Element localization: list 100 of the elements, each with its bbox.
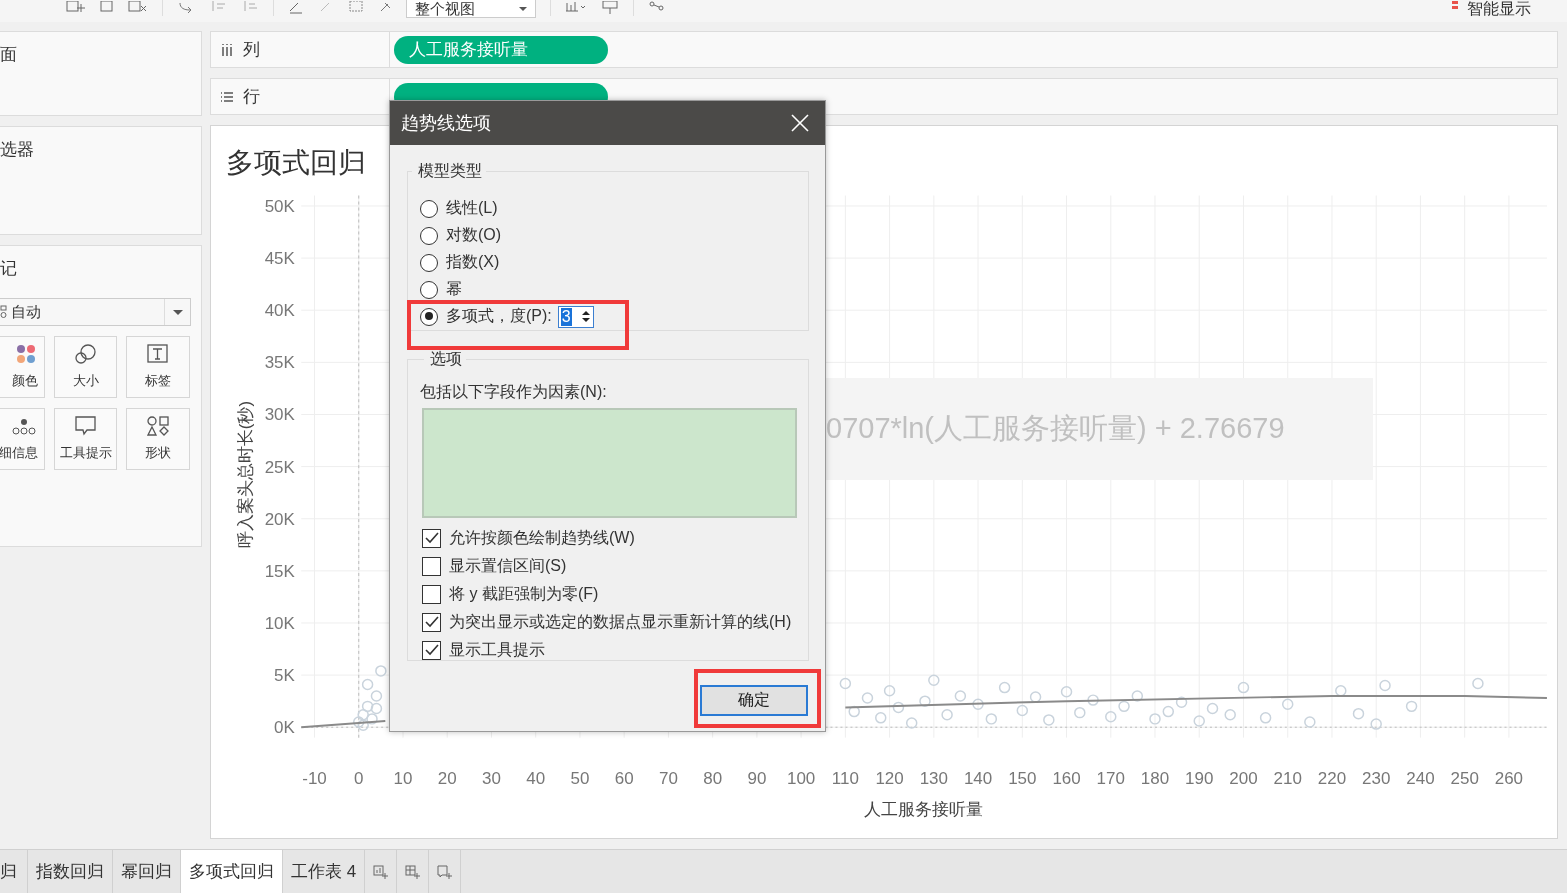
data-point — [1379, 679, 1391, 692]
y-tick-label: 0K — [274, 718, 295, 738]
data-point — [928, 674, 940, 686]
radio-label[interactable]: 指数(X) — [446, 252, 500, 273]
ok-button[interactable]: 确定 — [700, 685, 808, 716]
x-tick-label: 220 — [1317, 769, 1347, 789]
x-tick-label: 90 — [747, 769, 767, 789]
sheet-tab[interactable]: 多项式回归 — [181, 850, 283, 893]
data-point — [361, 700, 374, 713]
checkbox[interactable] — [422, 640, 441, 660]
radio-label[interactable]: 线性(L) — [446, 198, 498, 219]
story-plus-icon — [436, 863, 453, 880]
panel-title: 记 — [0, 258, 18, 280]
x-tick-label: 30 — [482, 769, 501, 789]
x-tick-label: 20 — [437, 769, 457, 789]
data-point — [1074, 706, 1086, 719]
data-point — [1206, 702, 1219, 715]
x-tick-label: 100 — [786, 769, 816, 789]
data-point — [1162, 705, 1174, 718]
sheet-tab[interactable]: 归 — [0, 850, 28, 893]
data-point — [1282, 698, 1294, 710]
checkbox[interactable] — [422, 556, 441, 576]
speech-bubble-icon — [74, 416, 97, 436]
x-tick-label: 140 — [963, 769, 993, 789]
sheet-plus-icon — [372, 863, 389, 880]
radio-label[interactable]: 多项式，度(P): — [446, 306, 552, 327]
grid-plus-icon — [404, 863, 421, 880]
data-point — [357, 719, 369, 731]
radio-label[interactable]: 幂 — [446, 279, 462, 300]
rows-icon — [221, 90, 233, 103]
checkbox[interactable] — [422, 584, 441, 604]
close-icon[interactable] — [791, 114, 809, 132]
mark-type-dropdown[interactable]: 自动 — [0, 298, 191, 326]
x-tick-label: 200 — [1229, 769, 1258, 789]
y-tick-label: 50K — [264, 196, 295, 216]
color-mark-button[interactable]: 颜色 — [0, 336, 45, 398]
x-tick-label: 150 — [1008, 769, 1037, 789]
data-point — [1405, 700, 1418, 713]
y-axis-title: 呼入案头总时长(秒) — [235, 400, 255, 549]
data-point — [1352, 707, 1365, 720]
panel-title: 选器 — [0, 139, 35, 161]
checkbox-label[interactable]: 显示工具提示 — [449, 639, 545, 661]
radio-button[interactable] — [420, 253, 438, 272]
checkbox[interactable] — [422, 528, 441, 548]
y-tick-label: 45K — [264, 249, 295, 269]
checkbox[interactable] — [422, 612, 441, 632]
bar-chart-icon[interactable] — [565, 1, 587, 15]
x-tick-label: 190 — [1185, 769, 1214, 789]
shelf-label: 行 — [243, 86, 260, 108]
degree-spinner[interactable]: 3 — [557, 305, 594, 328]
data-point — [370, 702, 383, 715]
x-tick-label: 170 — [1096, 769, 1125, 789]
x-tick-label: 180 — [1140, 769, 1170, 789]
data-point — [875, 712, 887, 724]
data-point — [1105, 711, 1117, 723]
factors-label: 包括以下字段作为因素(N): — [420, 382, 608, 402]
shelf-label: 列 — [243, 39, 260, 61]
data-point — [1131, 690, 1144, 702]
add-sheet-icon[interactable] — [66, 1, 86, 15]
label-mark-button[interactable]: 标签 — [126, 336, 190, 398]
radio-label[interactable]: 对数(O) — [446, 225, 502, 246]
data-point — [1370, 718, 1382, 730]
data-point — [1304, 716, 1316, 728]
radio-button[interactable] — [420, 226, 438, 245]
data-point — [366, 713, 378, 725]
data-point — [998, 681, 1011, 694]
radio-button[interactable] — [420, 199, 438, 218]
group-label: 选项 — [429, 349, 463, 369]
group-label: 模型类型 — [417, 161, 483, 181]
checkbox-label[interactable]: 为突出显示或选定的数据点显示重新计算的线(H) — [449, 611, 792, 633]
dialog-title: 趋势线选项 — [401, 112, 491, 135]
data-point — [1029, 691, 1042, 703]
x-tick-label: 60 — [614, 769, 634, 789]
x-tick-label: 240 — [1406, 769, 1435, 789]
checkbox-label[interactable]: 允许按颜色绘制趋势线(W) — [449, 527, 635, 549]
x-axis-title: 人工服务接听量 — [864, 800, 984, 820]
x-tick-label: 250 — [1450, 769, 1479, 789]
x-tick-label: 120 — [875, 769, 904, 789]
clear-sheet-icon[interactable] — [128, 1, 148, 15]
checkbox-label[interactable]: 将 y 截距强制为零(F) — [449, 583, 599, 605]
shape-mark-button[interactable]: 形状 — [126, 408, 190, 470]
data-point — [1175, 696, 1188, 708]
radio-button[interactable] — [420, 280, 438, 299]
x-tick-label: 110 — [831, 769, 859, 789]
tooltip-mark-button[interactable]: 工具提示 — [54, 408, 117, 470]
mark-shape-icon — [0, 305, 8, 319]
presentation-icon[interactable] — [601, 1, 619, 15]
save-icon[interactable] — [100, 1, 114, 15]
show-me-button[interactable]: 智能显示 — [1467, 0, 1531, 18]
chart-title: 多项式回归 — [226, 147, 366, 178]
view-dropdown[interactable]: 整个视图 — [406, 0, 536, 18]
pen-icon[interactable] — [288, 1, 304, 15]
checkbox-label[interactable]: 显示置信区间(S) — [449, 555, 567, 577]
size-mark-button[interactable]: 大小 — [54, 336, 117, 398]
data-point — [848, 705, 860, 718]
data-point — [375, 665, 387, 677]
radio-button[interactable] — [420, 307, 438, 326]
y-tick-label: 40K — [264, 301, 295, 321]
data-point — [1335, 684, 1347, 697]
panel-title: 面 — [0, 44, 18, 66]
